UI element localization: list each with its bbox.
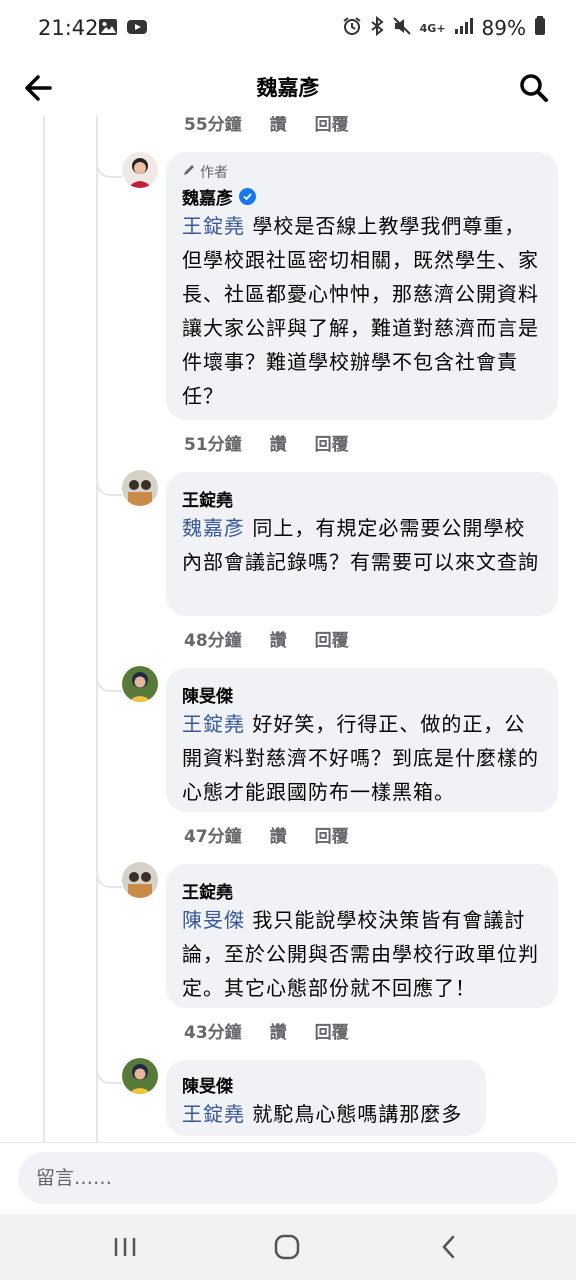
- reply-button[interactable]: 回覆: [315, 1018, 349, 1043]
- comment-input-bar: [0, 1142, 576, 1215]
- nav-back-icon[interactable]: [424, 1228, 474, 1266]
- comment-text: 王錠堯 好好笑，行得正、做的正，公開資料對慈濟不好嗎？到底是什麼樣的心態才能跟國…: [182, 712, 539, 804]
- mention-link[interactable]: 王錠堯: [182, 712, 245, 736]
- comment-time: 48分鐘: [184, 631, 242, 651]
- reply-button[interactable]: 回覆: [315, 430, 349, 455]
- comment-meta: 48分鐘 讚 回覆: [184, 626, 377, 651]
- page-title: 魏嘉彥: [256, 76, 320, 100]
- commenter-name[interactable]: 魏嘉彥: [182, 184, 233, 209]
- like-button[interactable]: 讚: [270, 822, 287, 847]
- signal-icon: [454, 17, 474, 39]
- alarm-icon: [342, 16, 362, 40]
- mention-link[interactable]: 魏嘉彥: [182, 516, 245, 540]
- avatar[interactable]: [122, 1058, 158, 1094]
- avatar[interactable]: [122, 152, 158, 188]
- system-nav-bar: [0, 1214, 576, 1280]
- status-bar: 21:42 4G+ 89%: [0, 0, 576, 58]
- comment-text: 王錠堯 就駝鳥心態嗎講那麼多: [182, 1102, 463, 1126]
- like-button[interactable]: 讚: [270, 1018, 287, 1043]
- mute-icon: [392, 16, 412, 40]
- battery-percent: 89%: [481, 16, 526, 40]
- comment-input[interactable]: [18, 1152, 558, 1204]
- comment-bubble: 陳旻傑 王錠堯 好好笑，行得正、做的正，公開資料對慈濟不好嗎？到底是什麼樣的心態…: [166, 668, 558, 812]
- bluetooth-icon: [370, 15, 384, 40]
- avatar[interactable]: [122, 862, 158, 898]
- thread-line: [43, 116, 45, 1142]
- comment-meta: 51分鐘 讚 回覆: [184, 430, 377, 455]
- mention-link[interactable]: 王錠堯: [182, 214, 245, 238]
- commenter-name[interactable]: 陳旻傑: [182, 682, 233, 707]
- comment-bubble: 王錠堯 陳旻傑 我只能說學校決策皆有會議討論，至於公開與否需由學校行政單位判定。…: [166, 864, 558, 1008]
- comment-text: 魏嘉彥 同上，有規定必需要公開學校內部會議記錄嗎？有需要可以來文查詢: [182, 516, 539, 574]
- verified-badge-icon: [239, 188, 256, 205]
- comment-time: 51分鐘: [184, 435, 242, 455]
- pencil-icon: [182, 163, 196, 181]
- reply-button[interactable]: 回覆: [315, 822, 349, 847]
- like-button[interactable]: 讚: [270, 116, 287, 135]
- commenter-name[interactable]: 王錠堯: [182, 878, 233, 903]
- comment-meta: 47分鐘 讚 回覆: [184, 822, 377, 847]
- reply-button[interactable]: 回覆: [315, 626, 349, 651]
- like-button[interactable]: 讚: [270, 430, 287, 455]
- reply-button[interactable]: 回覆: [315, 116, 349, 135]
- commenter-name[interactable]: 王錠堯: [182, 486, 233, 511]
- recent-apps-icon[interactable]: [100, 1228, 150, 1266]
- network-label: 4G+: [419, 21, 446, 35]
- comment-meta: 43分鐘 讚 回覆: [184, 1018, 377, 1043]
- comment-time: 55分鐘: [184, 116, 242, 135]
- comment-time: 47分鐘: [184, 827, 242, 847]
- youtube-icon: [126, 18, 148, 40]
- comment-meta: 55分鐘 讚 回覆: [184, 116, 377, 135]
- home-icon[interactable]: [262, 1228, 312, 1266]
- comment-thread: 55分鐘 讚 回覆 作者 魏嘉彥 王錠堯 學校是否線上教學我們尊重，但學校跟社區…: [0, 116, 576, 1142]
- mention-link[interactable]: 王錠堯: [182, 1102, 245, 1126]
- comment-bubble: 王錠堯 魏嘉彥 同上，有規定必需要公開學校內部會議記錄嗎？有需要可以來文查詢: [166, 472, 558, 616]
- comment-text: 陳旻傑 我只能說學校決策皆有會議討論，至於公開與否需由學校行政單位判定。其它心態…: [182, 908, 539, 1000]
- battery-icon: [534, 16, 546, 40]
- like-button[interactable]: 讚: [270, 626, 287, 651]
- thread-line: [96, 116, 98, 1142]
- status-time: 21:42: [38, 16, 99, 40]
- gallery-icon: [98, 18, 118, 40]
- comment-time: 43分鐘: [184, 1023, 242, 1043]
- search-icon[interactable]: [514, 68, 554, 108]
- comment-text: 王錠堯 學校是否線上教學我們尊重，但學校跟社區密切相關，既然學生、家長、社區都憂…: [182, 214, 539, 408]
- mention-link[interactable]: 陳旻傑: [182, 908, 245, 932]
- comment-bubble: 作者 魏嘉彥 王錠堯 學校是否線上教學我們尊重，但學校跟社區密切相關，既然學生、…: [166, 152, 558, 420]
- comment-bubble: 陳旻傑 王錠堯 就駝鳥心態嗎講那麼多: [166, 1060, 486, 1136]
- avatar[interactable]: [122, 470, 158, 506]
- author-tag: 作者: [200, 165, 228, 181]
- commenter-name[interactable]: 陳旻傑: [182, 1072, 233, 1097]
- avatar[interactable]: [122, 666, 158, 702]
- app-header: 魏嘉彥: [0, 58, 576, 116]
